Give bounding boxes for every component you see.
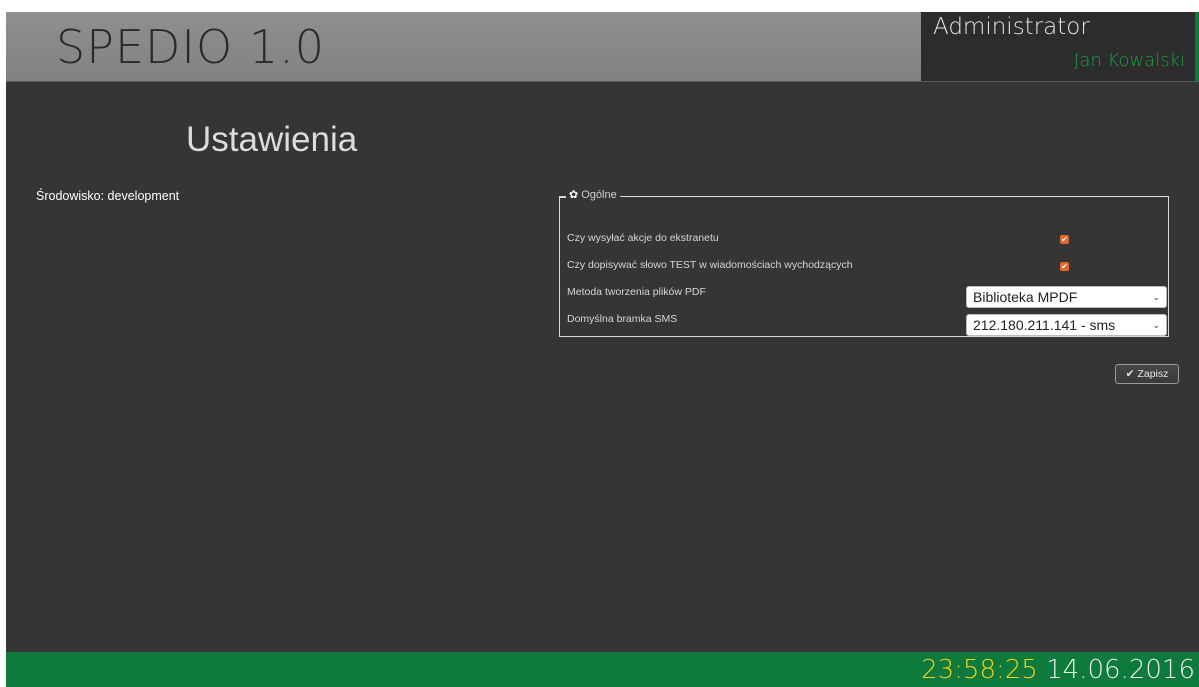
extranet-checkbox[interactable]: ✔ — [1060, 235, 1069, 244]
chevron-down-icon: ⌄ — [1152, 292, 1160, 302]
test-word-checkbox[interactable]: ✔ — [1060, 262, 1069, 271]
clock-date: 14.06.2016 — [1046, 655, 1195, 685]
general-settings-fieldset: ✿ Ogólne Czy wysyłać akcje do ekstranetu… — [559, 188, 1169, 337]
save-label: Zapisz — [1137, 368, 1169, 380]
save-button[interactable]: ✔ Zapisz — [1115, 364, 1179, 384]
page-title: Ustawienia — [186, 120, 358, 159]
check-icon: ✔ — [1125, 368, 1135, 380]
footer-bar: 23:58:25 14.06.2016 — [6, 652, 1199, 687]
app-title: SPEDIO 1.0 — [56, 20, 325, 74]
check-icon: ✔ — [1061, 235, 1068, 244]
setting-label-pdf-method: Metoda tworzenia plików PDF — [567, 286, 706, 298]
pdf-method-value: Biblioteka MPDF — [973, 289, 1078, 305]
sms-gateway-select[interactable]: 212.180.211.141 - sms ⌄ — [966, 314, 1167, 336]
header: SPEDIO 1.0 Administrator Jan Kowalski — [6, 12, 1199, 82]
clock: 23:58:25 14.06.2016 — [921, 655, 1195, 685]
user-panel[interactable]: Administrator Jan Kowalski — [921, 12, 1199, 81]
setting-label-test-word: Czy dopisywać słowo TEST w wiadomościach… — [567, 259, 853, 271]
pdf-method-select[interactable]: Biblioteka MPDF ⌄ — [966, 286, 1167, 308]
setting-label-sms-gateway: Domyślna bramka SMS — [567, 313, 678, 325]
check-icon: ✔ — [1061, 262, 1068, 271]
fieldset-legend: ✿ Ogólne — [566, 188, 620, 201]
setting-label-extranet: Czy wysyłać akcje do ekstranetu — [567, 232, 719, 244]
user-role: Administrator — [933, 14, 1090, 40]
clock-time: 23:58:25 — [921, 655, 1038, 685]
app-window: SPEDIO 1.0 Administrator Jan Kowalski Us… — [6, 12, 1199, 687]
user-name[interactable]: Jan Kowalski — [1074, 50, 1185, 71]
legend-label: Ogólne — [581, 188, 617, 201]
gear-icon: ✿ — [569, 189, 579, 201]
sms-gateway-value: 212.180.211.141 - sms — [973, 317, 1116, 333]
environment-label: Środowisko: development — [36, 189, 180, 203]
chevron-down-icon: ⌄ — [1152, 320, 1160, 330]
